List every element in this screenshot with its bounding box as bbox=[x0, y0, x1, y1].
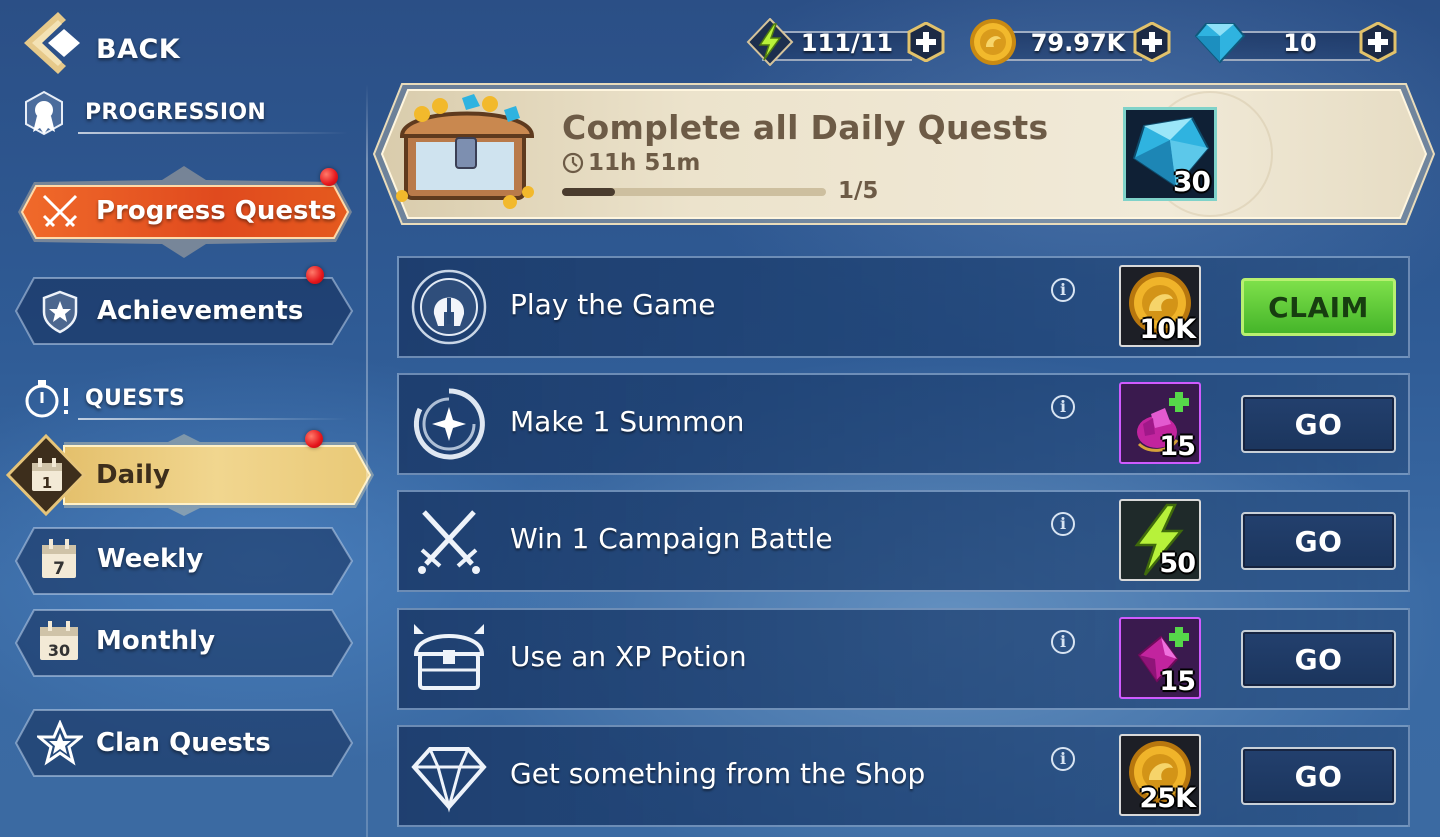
gem-icon bbox=[1194, 23, 1246, 64]
gem-value: 10 bbox=[1283, 29, 1317, 57]
treasure-chest-icon bbox=[396, 94, 535, 209]
calendar-icon: 1 bbox=[32, 458, 62, 492]
go-button[interactable]: GO bbox=[1241, 395, 1396, 453]
quest-reward: 50 bbox=[1119, 499, 1201, 581]
progression-heading-label: PROGRESSION bbox=[85, 100, 267, 125]
section-divider bbox=[78, 418, 348, 420]
daily-quests-banner: 30 bbox=[372, 82, 1436, 226]
notification-badge bbox=[306, 266, 324, 284]
crossed-swords-icon bbox=[418, 510, 480, 574]
quest-reward: 15 bbox=[1119, 617, 1201, 699]
nav-weekly-label: Weekly bbox=[97, 544, 204, 574]
notification-badge bbox=[320, 168, 338, 186]
quests-heading: QUESTS bbox=[18, 374, 348, 424]
helmet-icon bbox=[411, 269, 487, 345]
quests-heading-label: QUESTS bbox=[85, 386, 186, 411]
go-button[interactable]: GO bbox=[1241, 747, 1396, 805]
quest-reward-amount: 10K bbox=[1139, 314, 1196, 345]
add-gems-button[interactable] bbox=[1358, 22, 1398, 62]
nav-monthly[interactable]: 30 Monthly bbox=[12, 606, 356, 680]
section-divider bbox=[78, 132, 348, 134]
stopwatch-alert-icon bbox=[25, 380, 68, 418]
back-arrow-icon bbox=[24, 12, 80, 74]
notification-badge bbox=[305, 430, 323, 448]
quest-row: Play the Game i 10K CLAIM bbox=[397, 256, 1410, 358]
nav-progress-quests-label: Progress Quests bbox=[96, 196, 337, 226]
quest-reward-amount: 15 bbox=[1159, 666, 1196, 697]
claim-button[interactable]: CLAIM bbox=[1241, 278, 1396, 336]
banner-reward-amount: 30 bbox=[1173, 165, 1211, 198]
quest-row: Win 1 Campaign Battle i 50 GO bbox=[397, 490, 1410, 592]
nav-daily-label: Daily bbox=[96, 460, 170, 490]
energy-icon bbox=[746, 18, 794, 66]
info-icon[interactable]: i bbox=[1051, 278, 1075, 302]
shield-star-icon bbox=[42, 290, 78, 334]
banner-progress-fill bbox=[562, 188, 615, 196]
svg-text:7: 7 bbox=[53, 559, 65, 579]
quest-row: Get something from the Shop i 25K GO bbox=[397, 725, 1410, 827]
nav-progress-quests[interactable]: Progress Quests bbox=[16, 164, 356, 260]
back-label: BACK bbox=[96, 34, 181, 65]
banner-progress-text: 1/5 bbox=[838, 178, 879, 204]
info-icon[interactable]: i bbox=[1051, 747, 1075, 771]
banner-reward: 30 bbox=[1123, 107, 1217, 201]
summon-star-icon bbox=[413, 388, 485, 460]
nav-achievements-label: Achievements bbox=[97, 296, 304, 326]
nav-clan-quests[interactable]: Clan Quests bbox=[12, 706, 356, 780]
diamond-icon bbox=[411, 747, 487, 813]
banner-title: Complete all Daily Quests bbox=[562, 108, 1049, 147]
gold-counter: 79.97K bbox=[968, 19, 1178, 66]
crossed-swords-icon bbox=[42, 194, 78, 228]
quest-title: Make 1 Summon bbox=[510, 405, 745, 438]
ribbon-award-icon bbox=[25, 90, 63, 136]
go-button[interactable]: GO bbox=[1241, 630, 1396, 688]
banner-progress-bar bbox=[562, 188, 826, 196]
quest-reward-amount: 15 bbox=[1159, 431, 1196, 462]
energy-counter: 111/11 bbox=[742, 18, 948, 66]
info-icon[interactable]: i bbox=[1051, 512, 1075, 536]
nav-clan-quests-label: Clan Quests bbox=[96, 728, 271, 758]
quest-title: Play the Game bbox=[510, 288, 716, 321]
treasure-chest-icon bbox=[413, 624, 485, 690]
add-energy-button[interactable] bbox=[906, 22, 946, 62]
calendar-icon: 30 bbox=[40, 621, 78, 660]
sidebar-divider bbox=[366, 84, 368, 837]
banner-timer: 11h 51m bbox=[562, 150, 700, 176]
info-icon[interactable]: i bbox=[1051, 630, 1075, 654]
quest-reward-amount: 25K bbox=[1139, 783, 1196, 814]
quest-title: Use an XP Potion bbox=[510, 640, 747, 673]
info-icon[interactable]: i bbox=[1051, 395, 1075, 419]
quest-reward: 15 bbox=[1119, 382, 1201, 464]
clock-icon bbox=[562, 152, 584, 174]
quest-reward: 10K bbox=[1119, 265, 1201, 347]
back-button[interactable]: BACK bbox=[18, 10, 180, 76]
calendar-icon: 7 bbox=[42, 539, 76, 579]
nav-daily[interactable]: 1 Daily bbox=[4, 430, 376, 518]
quest-row: Make 1 Summon i 15 GO bbox=[397, 373, 1410, 475]
nav-monthly-label: Monthly bbox=[96, 626, 216, 656]
banner-timer-value: 11h 51m bbox=[588, 150, 701, 176]
go-button[interactable]: GO bbox=[1241, 512, 1396, 570]
gem-counter: 10 bbox=[1194, 20, 1404, 66]
quest-reward-amount: 50 bbox=[1159, 548, 1196, 579]
svg-text:1: 1 bbox=[42, 474, 52, 492]
gold-coin-icon bbox=[970, 19, 1016, 65]
energy-value: 111/11 bbox=[800, 29, 894, 57]
quest-title: Get something from the Shop bbox=[510, 757, 926, 790]
star-icon bbox=[37, 720, 83, 766]
nav-weekly[interactable]: 7 Weekly bbox=[12, 524, 356, 598]
quest-row: Use an XP Potion i 15 GO bbox=[397, 608, 1410, 710]
progression-heading: PROGRESSION bbox=[18, 90, 348, 140]
add-gold-button[interactable] bbox=[1132, 22, 1172, 62]
quest-title: Win 1 Campaign Battle bbox=[510, 522, 833, 555]
nav-achievements[interactable]: Achievements bbox=[12, 266, 356, 348]
quest-reward: 25K bbox=[1119, 734, 1201, 816]
svg-text:30: 30 bbox=[48, 641, 70, 660]
gold-value: 79.97K bbox=[1030, 29, 1126, 57]
